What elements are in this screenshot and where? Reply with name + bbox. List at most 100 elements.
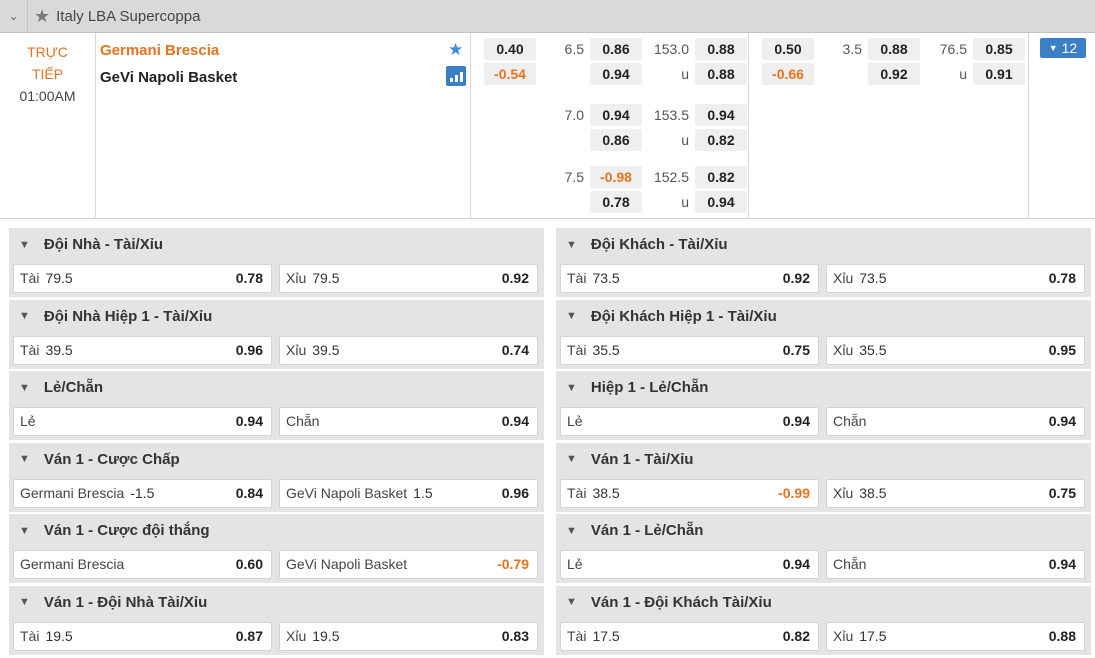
ft-moneyline-home[interactable]: 0.40 (484, 38, 536, 60)
ft-handicap-away[interactable]: 0.78 (590, 191, 642, 213)
selection-label: Tài 19.5 (20, 628, 73, 644)
market-selection[interactable]: Lẻ 0.94 (560, 550, 819, 579)
market-selection[interactable]: Tài 38.5 -0.99 (560, 478, 819, 508)
star-icon[interactable]: ★ (448, 40, 463, 60)
market-title[interactable]: ▼ Hiệp 1 - Lẻ/Chẵn (566, 379, 708, 396)
market-selection[interactable]: Xỉu 19.5 0.83 (279, 621, 538, 651)
away-team-name[interactable]: GeVi Napoli Basket (100, 69, 237, 86)
market-selection[interactable]: GeVi Napoli Basket 1.5 0.96 (279, 478, 538, 508)
selection-name: Xỉu (833, 341, 854, 358)
home-team-name[interactable]: Germani Brescia (100, 42, 219, 59)
market-title[interactable]: ▼ Đội Nhà Hiệp 1 - Tài/Xỉu (19, 308, 212, 325)
h1-moneyline-home[interactable]: 0.50 (762, 38, 814, 60)
selection-label: Chẵn (286, 413, 325, 429)
h1-handicap-home[interactable]: 0.88 (868, 38, 920, 60)
star-icon[interactable]: ★ (34, 7, 50, 25)
selection-line: 73.5 (592, 270, 620, 286)
selection-name: Xỉu (286, 270, 307, 286)
market-panel: ▼ Đội Khách - Tài/Xỉu Tài 73.5 0.92 Xỉu 73.5 0.… (556, 228, 1091, 297)
ft-handicap-home[interactable]: -0.98 (590, 166, 642, 188)
ft-total-line: 152.5 (653, 169, 689, 185)
chevron-down-icon[interactable]: ▼ (566, 239, 577, 251)
h1-under-price[interactable]: 0.91 (973, 63, 1025, 85)
chevron-down-icon[interactable]: ▼ (19, 382, 30, 394)
market-title-text: Đội Nhà Hiệp 1 - Tài/Xỉu (43, 307, 213, 325)
ft-total-line: 153.0 (653, 41, 689, 57)
selection-label: GeVi Napoli Basket 1.5 (286, 485, 433, 501)
selection-label: Tài 35.5 (567, 342, 620, 358)
market-title[interactable]: ▼ Đội Khách - Tài/Xỉu (566, 236, 728, 253)
ft-over-price[interactable]: 0.94 (695, 104, 747, 126)
chevron-down-icon[interactable]: ▼ (19, 596, 30, 608)
market-selection[interactable]: Tài 79.5 0.78 (13, 264, 272, 293)
market-selection[interactable]: Germani Brescia -1.5 0.84 (13, 478, 272, 508)
ft-handicap-away[interactable]: 0.86 (590, 129, 642, 151)
market-selection[interactable]: Tài 73.5 0.92 (560, 264, 819, 293)
h1-handicap-away[interactable]: 0.92 (868, 63, 920, 85)
market-title-text: Hiệp 1 - Lẻ/Chẵn (590, 379, 709, 396)
chevron-down-icon[interactable]: ▼ (566, 453, 577, 465)
selection-price: 0.94 (501, 413, 529, 429)
market-selection[interactable]: Chẵn 0.94 (826, 550, 1085, 579)
market-selection[interactable]: Xỉu 38.5 0.75 (826, 478, 1085, 508)
ft-moneyline-away[interactable]: -0.54 (484, 63, 536, 85)
market-title[interactable]: ▼ Ván 1 - Tài/Xỉu (566, 451, 693, 468)
market-title[interactable]: ▼ Đội Nhà - Tài/Xỉu (19, 236, 163, 253)
ft-under-price[interactable]: 0.94 (695, 191, 747, 213)
market-selection[interactable]: Xỉu 17.5 0.88 (826, 621, 1085, 651)
market-selection[interactable]: Tài 19.5 0.87 (13, 621, 272, 651)
market-selection[interactable]: Chẵn 0.94 (279, 407, 538, 436)
market-title-text: Ván 1 - Tài/Xỉu (590, 450, 694, 468)
ft-under-price[interactable]: 0.88 (695, 63, 747, 85)
ft-handicap-away[interactable]: 0.94 (590, 63, 642, 85)
market-selection[interactable]: GeVi Napoli Basket -0.79 (279, 550, 538, 579)
market-selection[interactable]: Xỉu 39.5 0.74 (279, 335, 538, 365)
market-title[interactable]: ▼ Ván 1 - Lẻ/Chẵn (566, 522, 703, 539)
ft-under-price[interactable]: 0.82 (695, 129, 747, 151)
market-title[interactable]: ▼ Lẻ/Chẵn (19, 379, 103, 396)
h1-over-price[interactable]: 0.85 (973, 38, 1025, 60)
market-selection[interactable]: Germani Brescia 0.60 (13, 550, 272, 579)
chevron-down-icon[interactable]: ▼ (566, 525, 577, 537)
selection-name: Tài (567, 341, 587, 358)
chevron-down-icon[interactable]: ▼ (19, 239, 30, 251)
market-selection[interactable]: Xỉu 73.5 0.78 (826, 264, 1085, 293)
ft-handicap-home[interactable]: 0.86 (590, 38, 642, 60)
ft-over-price[interactable]: 0.82 (695, 166, 747, 188)
ft-over-price[interactable]: 0.88 (695, 38, 747, 60)
market-title[interactable]: ▼ Ván 1 - Đội Khách Tài/Xỉu (566, 594, 772, 611)
live-status: TRỰC TIẾP (27, 44, 68, 82)
h1-moneyline-away[interactable]: -0.66 (762, 63, 814, 85)
market-selection[interactable]: Lẻ 0.94 (13, 407, 272, 436)
league-header[interactable]: ⌄ ★ Italy LBA Supercoppa (0, 0, 1095, 33)
market-selection[interactable]: Tài 35.5 0.75 (560, 335, 819, 365)
market-selection[interactable]: Tài 17.5 0.82 (560, 621, 819, 651)
chevron-down-icon[interactable]: ▼ (566, 382, 577, 394)
market-selection[interactable]: Tài 39.5 0.96 (13, 335, 272, 365)
chevron-down-icon[interactable]: ⌄ (0, 0, 28, 33)
market-title[interactable]: ▼ Đội Khách Hiệp 1 - Tài/Xỉu (566, 308, 777, 325)
market-panel: ▼ Lẻ/Chẵn Lẻ 0.94 Chẵn 0.94 (9, 371, 544, 440)
ft-handicap-line: 7.5 (564, 169, 584, 185)
more-markets-button[interactable]: ▼ 12 (1040, 38, 1086, 58)
market-selection[interactable]: Lẻ 0.94 (560, 407, 819, 436)
bar-chart-icon[interactable] (446, 66, 466, 86)
market-title-text: Ván 1 - Lẻ/Chẵn (590, 522, 704, 539)
chevron-down-icon[interactable]: ▼ (566, 310, 577, 322)
chevron-down-icon[interactable]: ▼ (19, 310, 30, 322)
market-title[interactable]: ▼ Ván 1 - Cược đội thắng (19, 522, 210, 539)
market-selection[interactable]: Xỉu 35.5 0.95 (826, 335, 1085, 365)
market-selection[interactable]: Chẵn 0.94 (826, 407, 1085, 436)
chevron-down-icon[interactable]: ▼ (566, 596, 577, 608)
market-selection[interactable]: Xỉu 79.5 0.92 (279, 264, 538, 293)
market-title-text: Lẻ/Chẵn (43, 379, 104, 396)
chevron-down-icon[interactable]: ▼ (19, 525, 30, 537)
ft-under-label: u (681, 132, 689, 148)
chevron-down-icon[interactable]: ▼ (19, 453, 30, 465)
market-title-text: Ván 1 - Đội Khách Tài/Xỉu (590, 593, 772, 611)
market-title[interactable]: ▼ Ván 1 - Đội Nhà Tài/Xỉu (19, 594, 207, 611)
market-title[interactable]: ▼ Ván 1 - Cược Chấp (19, 451, 180, 468)
selection-name: GeVi Napoli Basket (286, 556, 408, 572)
market-title-text: Ván 1 - Cược Chấp (43, 450, 180, 468)
ft-handicap-home[interactable]: 0.94 (590, 104, 642, 126)
